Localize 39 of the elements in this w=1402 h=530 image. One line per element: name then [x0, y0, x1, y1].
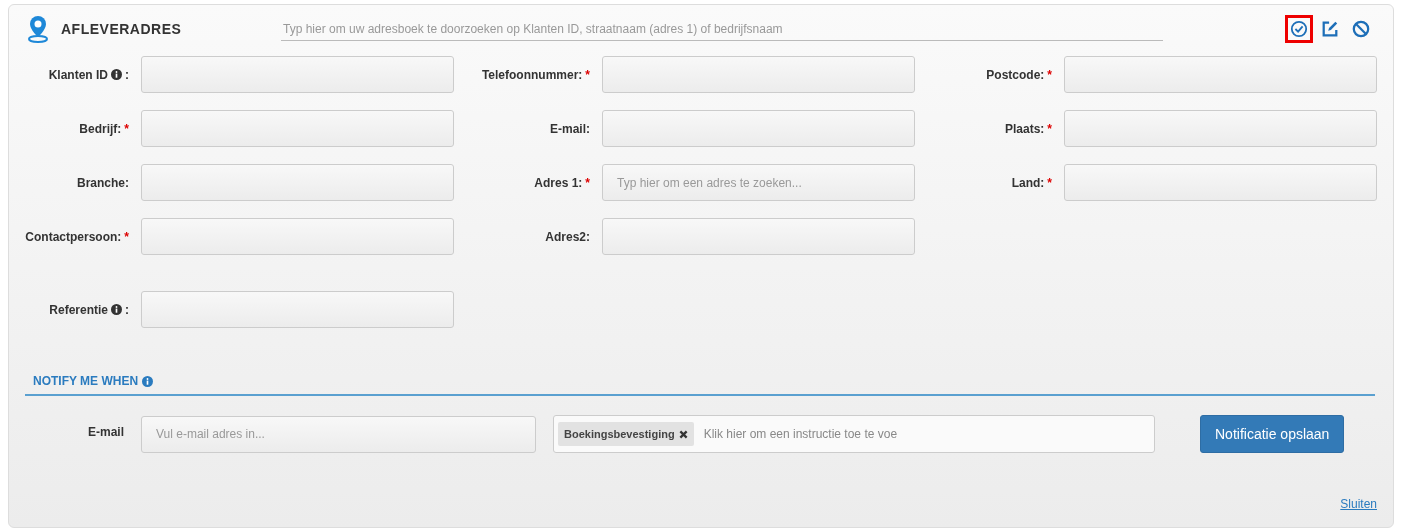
- instruction-input-field[interactable]: Klik hier om een instructie toe te voe: [701, 426, 916, 442]
- field-label: E-mail:: [549, 120, 591, 138]
- field-label: Adres2:: [544, 228, 591, 246]
- email-input-field[interactable]: Vul e-mail adres in...: [141, 415, 536, 453]
- save-notification-button[interactable]: Notificatie opslaan: [1200, 415, 1345, 453]
- field-label: Bedrijf: *: [78, 120, 130, 138]
- edit-icon: [1321, 20, 1339, 38]
- input-field[interactable]: [141, 56, 454, 93]
- tag: Boekingsbevestiging: [558, 422, 694, 446]
- location-pin-icon: [27, 15, 49, 43]
- field-label: Referentie :: [48, 301, 130, 319]
- field-label: Telefoonnummer: *: [480, 66, 591, 84]
- address-book-search-field[interactable]: Typ hier om uw adresboek te doorzoeken op Klanten ID, straatnaam (adres 1) of bedrijfsnaam: [281, 17, 1163, 41]
- field-label: Contactpersoon: *: [24, 228, 130, 246]
- check-circle-icon: [1290, 20, 1308, 38]
- close-link[interactable]: Sluiten: [1340, 497, 1377, 511]
- input-field[interactable]: [141, 291, 454, 328]
- input-field[interactable]: [1064, 164, 1377, 201]
- field-label: Land: *: [1010, 174, 1053, 192]
- input-field[interactable]: [602, 218, 915, 255]
- close-icon[interactable]: [678, 429, 688, 439]
- input-field[interactable]: [141, 110, 454, 147]
- section-title: AFLEVERADRES: [61, 21, 183, 37]
- field-label: Branche:: [76, 174, 130, 192]
- input-field[interactable]: [602, 110, 915, 147]
- field-label: E-mail: [87, 424, 125, 439]
- field-label: Postcode: *: [985, 66, 1053, 84]
- input-field[interactable]: [602, 56, 915, 93]
- action-button[interactable]: [1285, 15, 1313, 43]
- input-field[interactable]: Typ hier om een adres te zoeken...: [602, 164, 915, 201]
- field-label: Adres 1: *: [533, 174, 591, 192]
- input-field[interactable]: [141, 164, 454, 201]
- input-field[interactable]: [1064, 110, 1377, 147]
- input-field[interactable]: [141, 218, 454, 255]
- field-label: Plaats: *: [1003, 120, 1053, 138]
- input-field[interactable]: [1064, 56, 1377, 93]
- field-label: Klanten ID :: [47, 66, 130, 84]
- prohibited-icon: [1352, 20, 1370, 38]
- section-title: NOTIFY ME WHEN: [33, 374, 139, 388]
